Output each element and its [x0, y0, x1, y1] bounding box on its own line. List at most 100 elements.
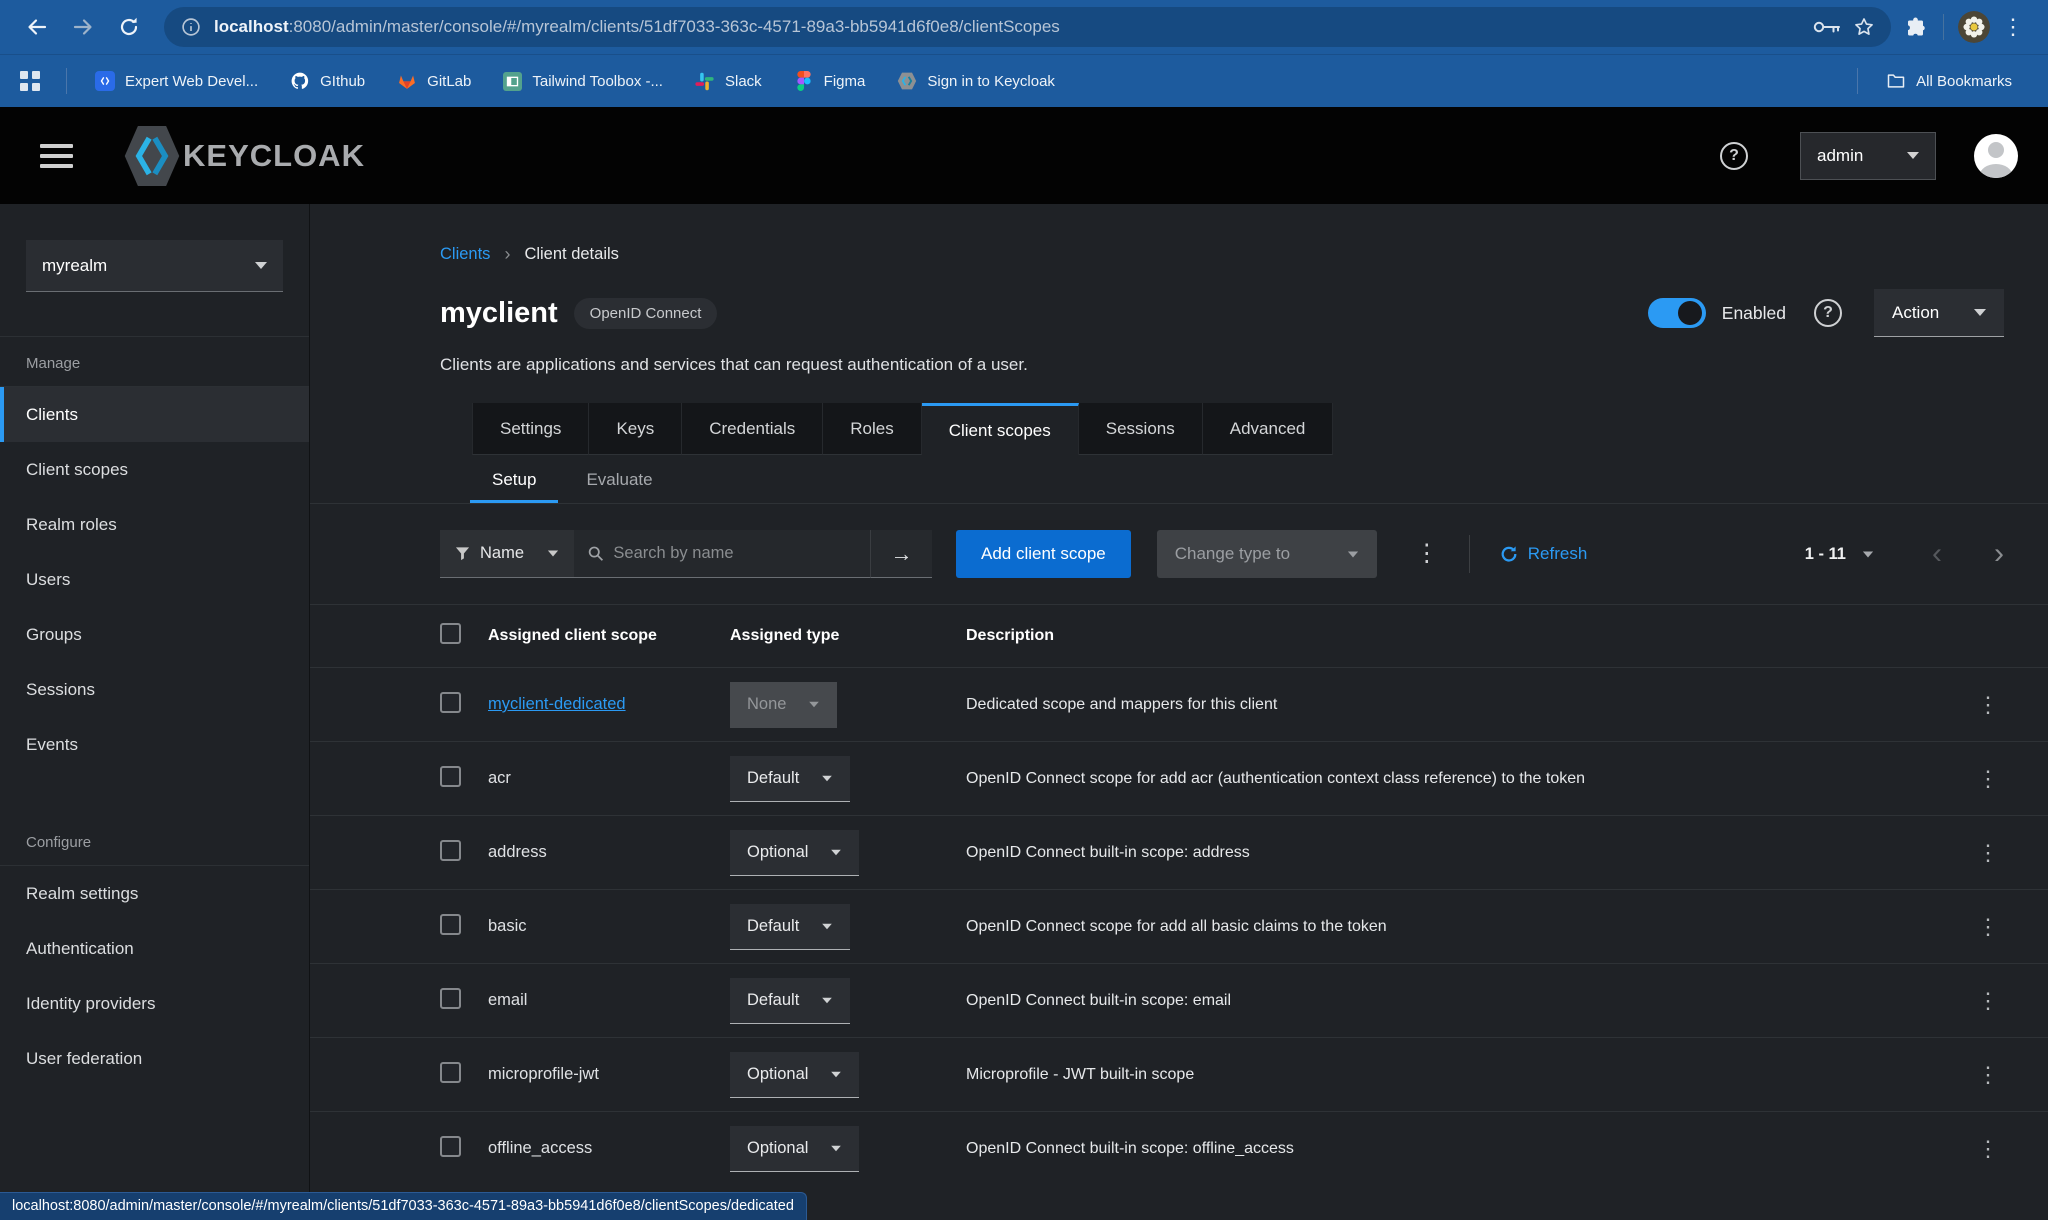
row-kebab-icon[interactable]: ⋮	[1977, 840, 1999, 865]
filter-funnel-icon	[455, 546, 470, 561]
subtab-setup[interactable]: Setup	[470, 455, 558, 503]
apps-grid-icon[interactable]	[20, 71, 40, 91]
table-row: address Optional OpenID Connect built-in…	[310, 815, 2048, 889]
sidebar-item-sessions[interactable]: Sessions	[0, 662, 309, 717]
tab-client-scopes[interactable]: Client scopes	[922, 403, 1079, 455]
help-icon[interactable]: ?	[1720, 142, 1748, 170]
scope-description: OpenID Connect built-in scope: offline_a…	[966, 1140, 1928, 1158]
row-kebab-icon[interactable]: ⋮	[1977, 692, 1999, 717]
sidebar-item-users[interactable]: Users	[0, 552, 309, 607]
assigned-type-select[interactable]: Default	[730, 904, 850, 950]
tab-advanced[interactable]: Advanced	[1203, 403, 1334, 455]
browser-menu-icon[interactable]: ⋮	[1994, 16, 2032, 38]
tab-keys[interactable]: Keys	[589, 403, 682, 455]
bookmark-expert-web[interactable]: Expert Web Devel...	[95, 71, 258, 91]
row-kebab-icon[interactable]: ⋮	[1977, 1062, 1999, 1087]
bookmark-tailwind-toolbox[interactable]: Tailwind Toolbox -...	[503, 72, 663, 91]
row-checkbox[interactable]	[440, 1062, 461, 1083]
row-checkbox[interactable]	[440, 988, 461, 1009]
row-kebab-icon[interactable]: ⋮	[1977, 766, 1999, 791]
sidebar-item-groups[interactable]: Groups	[0, 607, 309, 662]
search-input[interactable]	[613, 544, 856, 563]
all-bookmarks-button[interactable]: All Bookmarks	[1886, 71, 2012, 91]
scope-description: OpenID Connect scope for add all basic c…	[966, 918, 1928, 936]
pagination-dropdown-icon[interactable]	[1863, 551, 1873, 557]
tab-sessions[interactable]: Sessions	[1079, 403, 1203, 455]
assigned-type-select[interactable]: Default	[730, 978, 850, 1024]
row-kebab-icon[interactable]: ⋮	[1977, 1136, 1999, 1161]
extensions-puzzle-icon[interactable]	[1905, 15, 1929, 39]
row-checkbox[interactable]	[440, 840, 461, 861]
forward-icon[interactable]	[62, 6, 104, 48]
search-submit-arrow-icon[interactable]: →	[870, 530, 932, 578]
action-dropdown[interactable]: Action	[1874, 289, 2004, 337]
bookmark-gitlab[interactable]: GitLab	[397, 71, 471, 91]
brand-text: KEYCLOAK	[183, 138, 365, 174]
scope-name-link[interactable]: myclient-dedicated	[488, 695, 626, 713]
bookmark-figma[interactable]: Figma	[794, 71, 866, 91]
refresh-button[interactable]: Refresh	[1500, 544, 1588, 564]
bookmark-slack[interactable]: Slack	[695, 71, 762, 91]
nav-toggle-hamburger-icon[interactable]	[40, 144, 73, 168]
site-info-icon[interactable]	[180, 16, 202, 38]
reload-icon[interactable]	[108, 6, 150, 48]
subtab-evaluate[interactable]: Evaluate	[564, 455, 674, 503]
breadcrumb-clients-link[interactable]: Clients	[440, 245, 490, 264]
row-checkbox[interactable]	[440, 1136, 461, 1157]
pagination-prev-icon[interactable]: ‹	[1932, 539, 1942, 569]
assigned-type-select[interactable]: Optional	[730, 1126, 859, 1172]
tab-roles[interactable]: Roles	[823, 403, 921, 455]
tab-credentials[interactable]: Credentials	[682, 403, 823, 455]
address-bar[interactable]: localhost:8080/admin/master/console/#/my…	[164, 7, 1891, 47]
search-box[interactable]	[574, 530, 870, 578]
tailwind-icon	[503, 72, 522, 91]
realm-selector[interactable]: myrealm	[26, 240, 283, 292]
sidebar-item-user-federation[interactable]: User federation	[0, 1031, 309, 1086]
bookmark-github[interactable]: GIthub	[290, 71, 365, 91]
filter-type-dropdown[interactable]: Name	[440, 530, 574, 578]
row-checkbox[interactable]	[440, 692, 461, 713]
row-kebab-icon[interactable]: ⋮	[1977, 988, 1999, 1013]
assigned-type-select[interactable]: Optional	[730, 1052, 859, 1098]
bookmark-label: Tailwind Toolbox -...	[532, 73, 663, 90]
row-kebab-icon[interactable]: ⋮	[1977, 914, 1999, 939]
search-icon	[588, 545, 603, 562]
change-type-dropdown[interactable]: Change type to	[1157, 530, 1377, 578]
assigned-type-select[interactable]: Optional	[730, 830, 859, 876]
sidebar-nav: myrealm Manage Clients Client scopes Rea…	[0, 204, 310, 1220]
toolbar-kebab-icon[interactable]: ⋮	[1415, 542, 1439, 566]
scope-name: basic	[488, 917, 730, 936]
assigned-type-select[interactable]: None	[730, 682, 837, 728]
table-toolbar: Name → Add client scope Change type to ⋮	[310, 504, 2048, 604]
sidebar-item-events[interactable]: Events	[0, 717, 309, 772]
sidebar-item-realm-roles[interactable]: Realm roles	[0, 497, 309, 552]
folder-icon	[1886, 71, 1906, 91]
select-all-checkbox[interactable]	[440, 623, 461, 644]
all-bookmarks-label: All Bookmarks	[1916, 73, 2012, 90]
password-key-icon[interactable]	[1813, 19, 1841, 35]
tab-settings[interactable]: Settings	[472, 403, 589, 455]
bookmark-keycloak[interactable]: Sign in to Keycloak	[897, 71, 1055, 91]
sidebar-item-clients[interactable]: Clients	[0, 387, 309, 442]
bookmark-star-icon[interactable]	[1853, 16, 1875, 38]
enabled-toggle[interactable]	[1648, 298, 1706, 328]
user-avatar[interactable]	[1974, 134, 2018, 178]
sidebar-item-identity-providers[interactable]: Identity providers	[0, 976, 309, 1031]
assigned-type-select[interactable]: Default	[730, 756, 850, 802]
keycloak-logo[interactable]: KEYCLOAK	[123, 125, 365, 187]
row-checkbox[interactable]	[440, 766, 461, 787]
profile-avatar[interactable]	[1958, 11, 1990, 43]
add-client-scope-button[interactable]: Add client scope	[956, 530, 1131, 578]
enabled-help-icon[interactable]: ?	[1814, 299, 1842, 327]
breadcrumb-current: Client details	[524, 245, 618, 264]
sidebar-item-realm-settings[interactable]: Realm settings	[0, 866, 309, 921]
sidebar-item-client-scopes[interactable]: Client scopes	[0, 442, 309, 497]
chevron-down-icon	[255, 262, 267, 269]
pagination-next-icon[interactable]: ›	[1994, 539, 2004, 569]
row-checkbox[interactable]	[440, 914, 461, 935]
user-menu-dropdown[interactable]: admin	[1800, 132, 1936, 180]
bookmark-label: Slack	[725, 73, 762, 90]
sidebar-item-authentication[interactable]: Authentication	[0, 921, 309, 976]
scope-description: OpenID Connect scope for add acr (authen…	[966, 770, 1928, 788]
back-icon[interactable]	[16, 6, 58, 48]
